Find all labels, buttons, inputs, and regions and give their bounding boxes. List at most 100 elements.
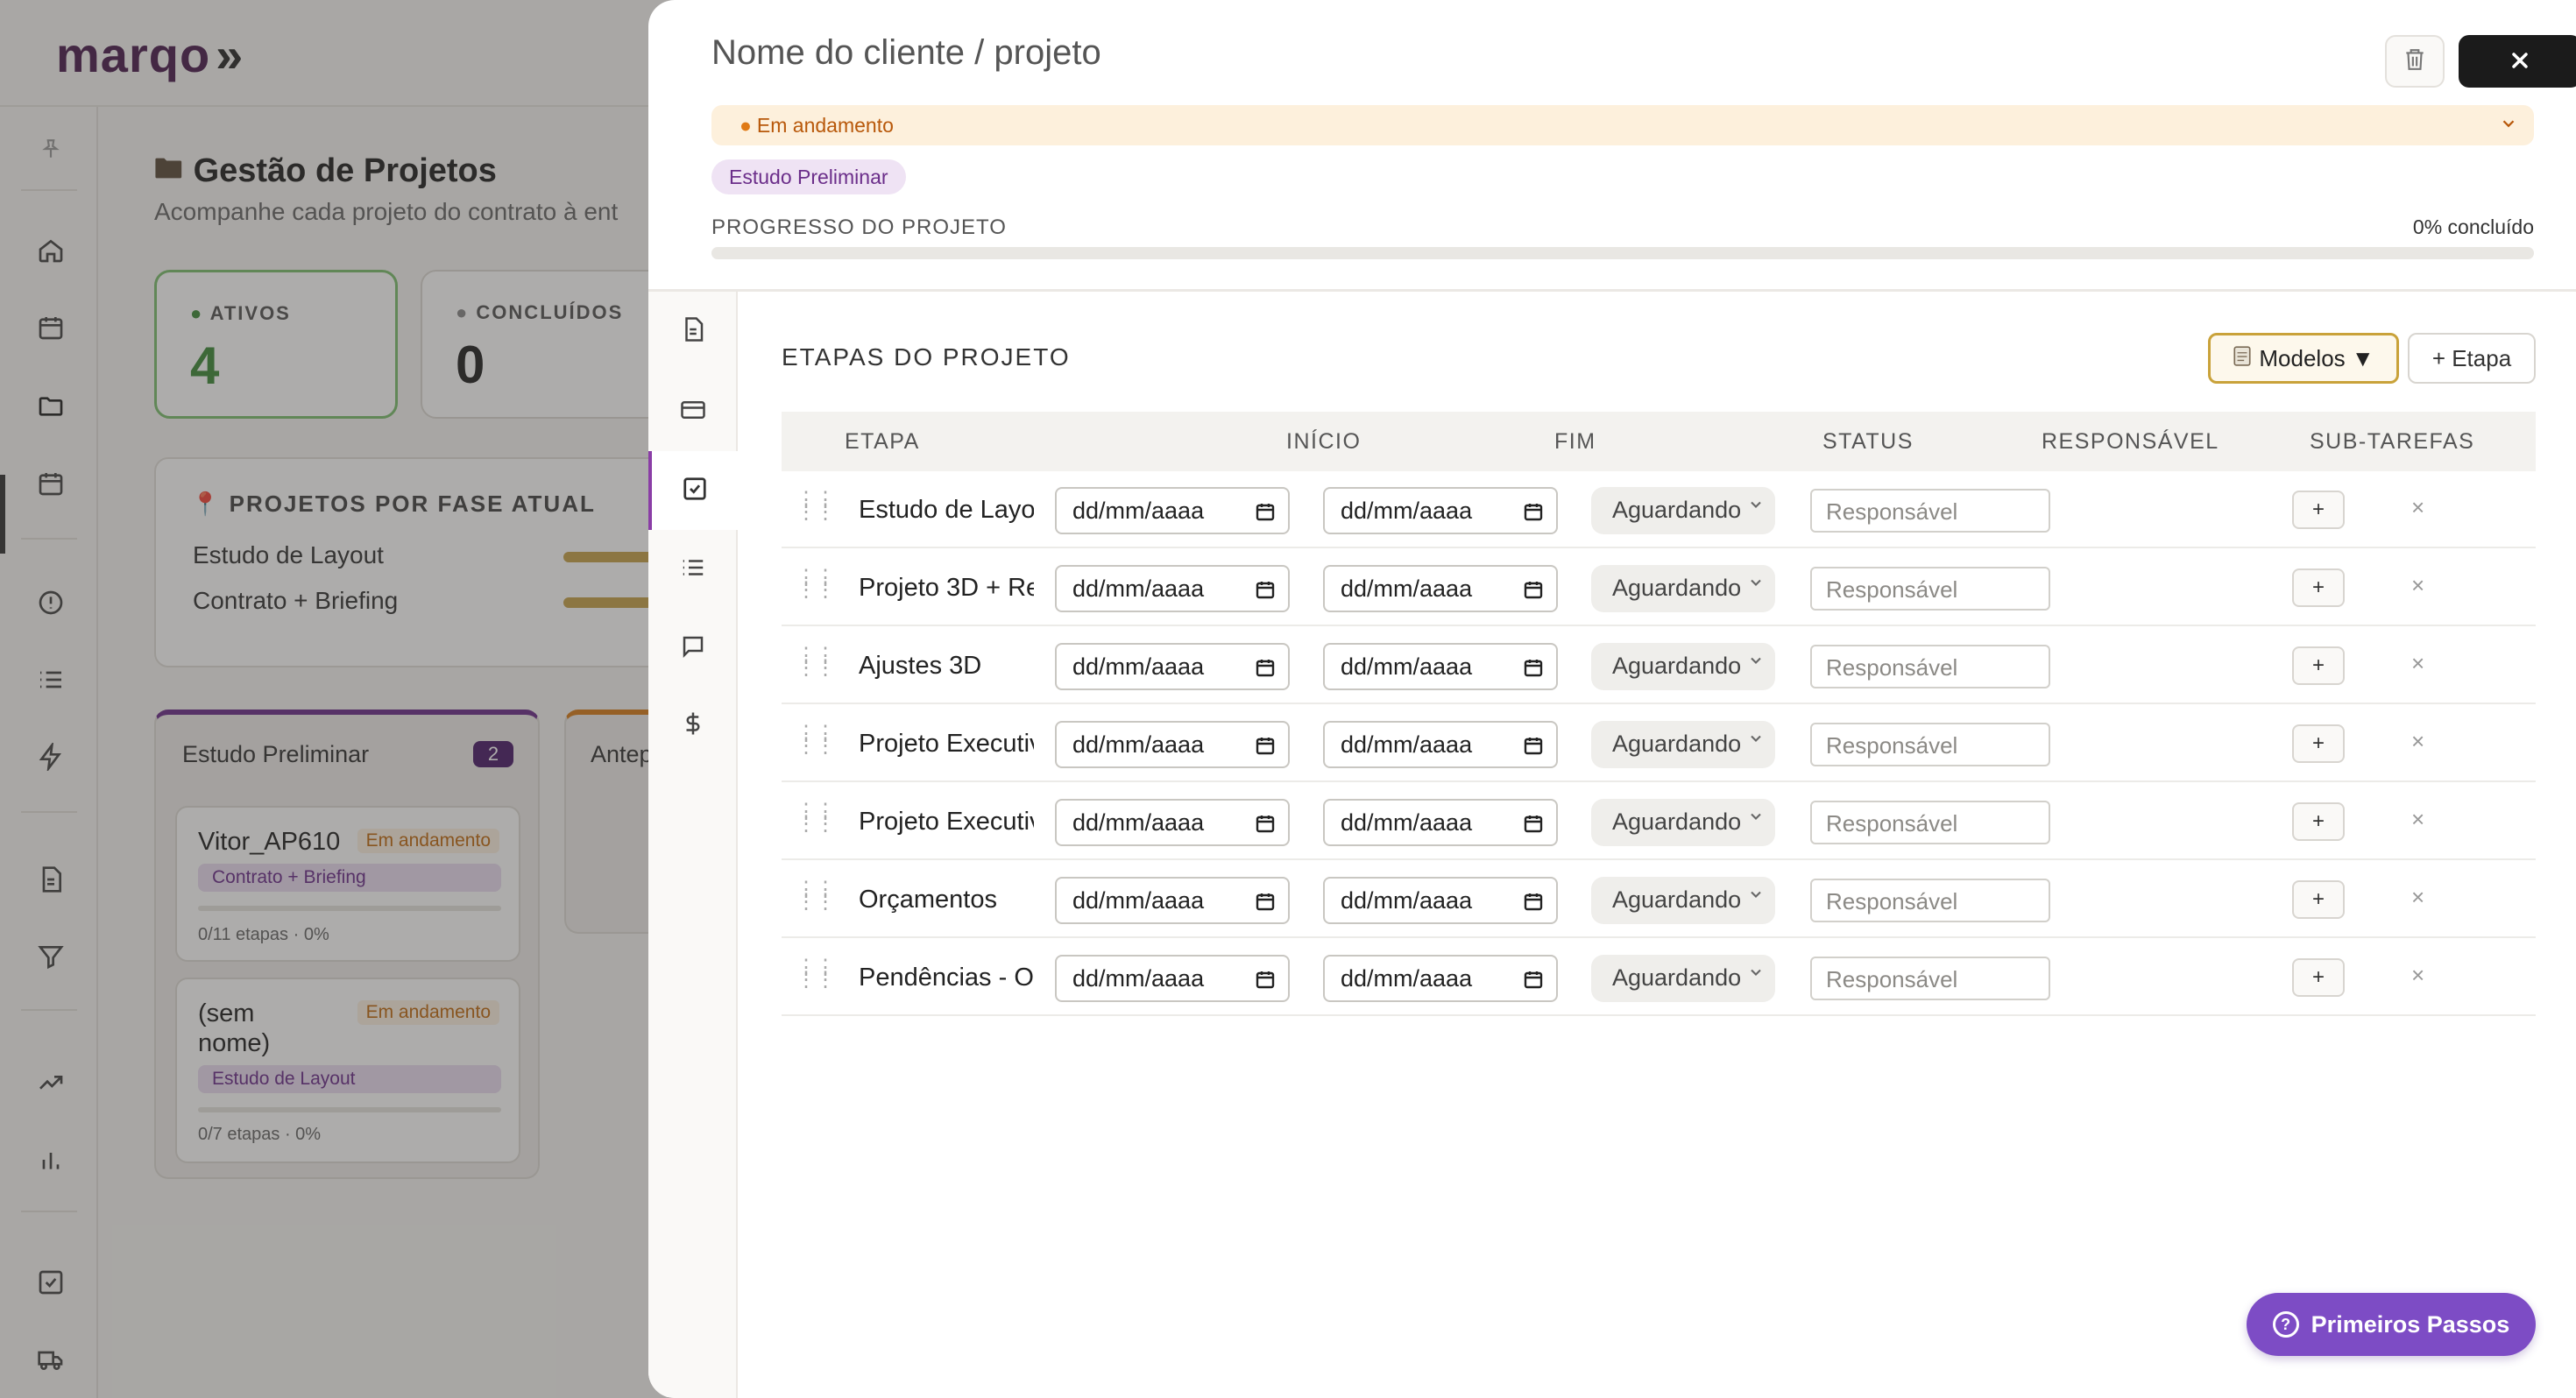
tab-finance[interactable] [648,686,738,765]
drag-handle-icon[interactable]: ⋮⋮ ⋮⋮ [796,957,836,991]
add-subtask-button[interactable]: + [2292,802,2345,841]
start-date-input[interactable]: dd/mm/aaaa [1055,955,1290,1002]
responsavel-placeholder: Responsável [1826,732,1958,759]
tab-list[interactable] [648,530,738,609]
calendar-icon[interactable] [1523,501,1544,522]
status-dropdown[interactable]: Aguardando [1591,877,1775,924]
table-row: ⋮⋮⋮⋮Estudo de LayoutEstudo Preliminardd/… [782,471,2536,548]
tab-comments[interactable] [648,609,738,688]
calendar-icon[interactable] [1523,657,1544,678]
section-title: ETAPAS DO PROJETO [782,343,1071,371]
etapa-name[interactable]: Estudo de Layout [859,496,1034,525]
status-dropdown[interactable]: Aguardando [1591,955,1775,1002]
modelos-button[interactable]: Modelos ▼ [2208,333,2399,384]
add-subtask-button[interactable]: + [2292,491,2345,529]
status-dropdown[interactable]: Aguardando [1591,799,1775,846]
add-subtask-button[interactable]: + [2292,880,2345,919]
delete-row-icon[interactable]: × [2411,728,2424,755]
delete-project-button[interactable] [2385,35,2445,88]
calendar-icon[interactable] [1255,657,1276,678]
start-date-input[interactable]: dd/mm/aaaa [1055,643,1290,690]
column-header-fim: FIM [1554,429,1596,454]
responsavel-input[interactable]: Responsável [1810,723,2050,766]
primeiros-passos-button[interactable]: ? Primeiros Passos [2247,1293,2536,1356]
etapa-name[interactable]: Projeto Executivo [859,808,1034,837]
end-date-input[interactable]: dd/mm/aaaa [1323,487,1558,534]
calendar-icon[interactable] [1255,891,1276,912]
calendar-icon[interactable] [1255,813,1276,834]
chevron-down-icon [1747,964,1765,986]
etapa-name[interactable]: Projeto Executivo [859,730,1034,759]
drag-handle-icon[interactable]: ⋮⋮ ⋮⋮ [796,646,836,679]
modelos-label: Modelos ▼ [2259,344,2374,371]
drag-handle-icon[interactable]: ⋮⋮ ⋮⋮ [796,490,836,523]
modal-title[interactable]: Nome do cliente / projeto [711,33,1101,73]
status-dropdown[interactable]: Aguardando [1591,487,1775,534]
chevron-down-icon [1747,652,1765,674]
calendar-icon[interactable] [1523,813,1544,834]
start-date-input[interactable]: dd/mm/aaaa [1055,487,1290,534]
close-button[interactable] [2459,35,2576,88]
tab-document[interactable] [648,292,738,371]
delete-row-icon[interactable]: × [2411,650,2424,677]
responsavel-input[interactable]: Responsável [1810,957,2050,1000]
tab-payment[interactable] [648,372,738,451]
calendar-icon[interactable] [1523,969,1544,990]
responsavel-input[interactable]: Responsável [1810,567,2050,611]
help-icon: ? [2272,1311,2299,1338]
delete-row-icon[interactable]: × [2411,962,2424,989]
responsavel-input[interactable]: Responsável [1810,879,2050,922]
add-subtask-button[interactable]: + [2292,568,2345,607]
status-dropdown[interactable]: Aguardando [1591,721,1775,768]
add-subtask-button[interactable]: + [2292,958,2345,997]
delete-row-icon[interactable]: × [2411,494,2424,521]
end-date-input[interactable]: dd/mm/aaaa [1323,955,1558,1002]
end-date-input[interactable]: dd/mm/aaaa [1323,721,1558,768]
modal-divider [648,289,2576,292]
date-placeholder: dd/mm/aaaa [1072,653,1205,680]
delete-row-icon[interactable]: × [2411,572,2424,599]
drag-handle-icon[interactable]: ⋮⋮ ⋮⋮ [796,879,836,913]
end-date-input[interactable]: dd/mm/aaaa [1323,643,1558,690]
status-select-value: ● Em andamento [740,114,894,137]
delete-row-icon[interactable]: × [2411,806,2424,833]
delete-row-icon[interactable]: × [2411,884,2424,911]
start-date-input[interactable]: dd/mm/aaaa [1055,721,1290,768]
calendar-icon[interactable] [1523,735,1544,756]
add-subtask-button[interactable]: + [2292,646,2345,685]
trash-icon [2403,47,2426,76]
tab-etapas[interactable] [648,451,738,530]
end-date-input[interactable]: dd/mm/aaaa [1323,565,1558,612]
status-dropdown[interactable]: Aguardando [1591,565,1775,612]
table-row: ⋮⋮⋮⋮Ajustes 3DAnteprojetodd/mm/aaaadd/mm… [782,627,2536,704]
add-subtask-button[interactable]: + [2292,724,2345,763]
responsavel-input[interactable]: Responsável [1810,801,2050,844]
end-date-input[interactable]: dd/mm/aaaa [1323,799,1558,846]
responsavel-placeholder: Responsável [1826,498,1958,525]
etapa-name[interactable]: Pendências - Obra [859,964,1034,992]
date-placeholder: dd/mm/aaaa [1072,498,1205,524]
drag-handle-icon[interactable]: ⋮⋮ ⋮⋮ [796,801,836,835]
etapa-name[interactable]: Orçamentos [859,886,1034,914]
responsavel-input[interactable]: Responsável [1810,489,2050,533]
start-date-input[interactable]: dd/mm/aaaa [1055,799,1290,846]
calendar-icon[interactable] [1255,969,1276,990]
start-date-input[interactable]: dd/mm/aaaa [1055,877,1290,924]
etapa-name[interactable]: Ajustes 3D [859,652,1034,681]
calendar-icon[interactable] [1255,579,1276,600]
calendar-icon[interactable] [1255,501,1276,522]
status-value: Aguardando [1612,731,1742,757]
calendar-icon[interactable] [1255,735,1276,756]
drag-handle-icon[interactable]: ⋮⋮ ⋮⋮ [796,568,836,601]
responsavel-input[interactable]: Responsável [1810,645,2050,688]
calendar-icon[interactable] [1523,579,1544,600]
status-select[interactable]: ● Em andamento [711,105,2534,145]
calendar-icon[interactable] [1523,891,1544,912]
etapa-name[interactable]: Projeto 3D + Render [859,574,1034,603]
end-date-input[interactable]: dd/mm/aaaa [1323,877,1558,924]
start-date-input[interactable]: dd/mm/aaaa [1055,565,1290,612]
column-header-inicio: INÍCIO [1286,429,1362,454]
add-etapa-button[interactable]: + Etapa [2408,333,2536,384]
status-dropdown[interactable]: Aguardando [1591,643,1775,690]
drag-handle-icon[interactable]: ⋮⋮ ⋮⋮ [796,724,836,757]
